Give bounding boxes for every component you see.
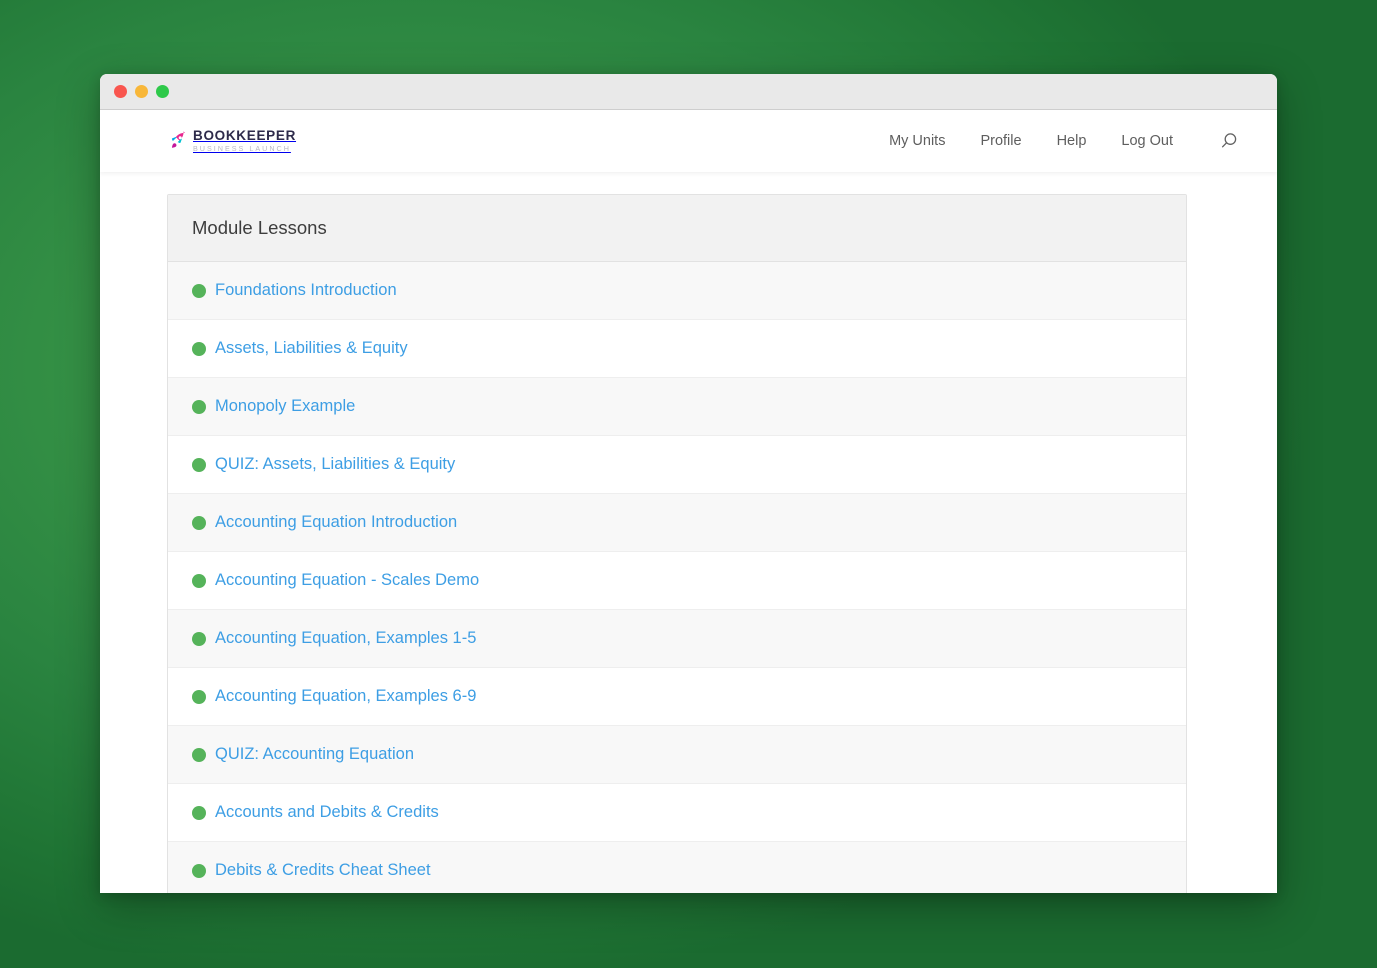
lesson-link[interactable]: Assets, Liabilities & Equity — [215, 339, 408, 358]
window-maximize-button[interactable] — [156, 85, 169, 98]
logo-main-text: BOOKKEEPER — [193, 128, 297, 144]
page-body: Module Lessons Foundations Introduction … — [100, 172, 1277, 893]
site-logo[interactable]: BOOKKEEPER BUSINESS LAUNCH — [168, 128, 297, 154]
nav-item-my-units[interactable]: My Units — [889, 133, 945, 149]
status-dot-icon — [192, 283, 206, 298]
window-minimize-button[interactable] — [135, 85, 148, 98]
nav-item-help[interactable]: Help — [1057, 133, 1087, 149]
list-item[interactable]: Accounting Equation, Examples 1-5 — [168, 610, 1186, 668]
nav-item-profile[interactable]: Profile — [980, 133, 1021, 149]
lesson-link[interactable]: Debits & Credits Cheat Sheet — [215, 861, 431, 880]
lesson-link[interactable]: QUIZ: Assets, Liabilities & Equity — [215, 455, 455, 474]
lesson-link[interactable]: Foundations Introduction — [215, 281, 397, 300]
nav-item-log-out[interactable]: Log Out — [1121, 133, 1173, 149]
status-dot-icon — [192, 631, 206, 646]
lesson-link[interactable]: Accounting Equation - Scales Demo — [215, 571, 479, 590]
window-titlebar — [100, 74, 1277, 110]
list-item[interactable]: Accounting Equation Introduction — [168, 494, 1186, 552]
lesson-link[interactable]: Accounts and Debits & Credits — [215, 803, 439, 822]
status-dot-icon — [192, 747, 206, 762]
search-button[interactable] — [1219, 131, 1239, 151]
status-dot-icon — [192, 689, 206, 704]
list-item[interactable]: Accounting Equation - Scales Demo — [168, 552, 1186, 610]
logo-sub-text: BUSINESS LAUNCH — [193, 144, 291, 154]
list-item[interactable]: Accounting Equation, Examples 6-9 — [168, 668, 1186, 726]
lesson-link[interactable]: Accounting Equation, Examples 6-9 — [215, 687, 476, 706]
browser-window: BOOKKEEPER BUSINESS LAUNCH My Units Prof… — [100, 74, 1277, 893]
search-icon — [1221, 133, 1237, 148]
page-title: Module Lessons — [192, 217, 327, 238]
panel-header: Module Lessons — [168, 195, 1186, 262]
list-item[interactable]: Foundations Introduction — [168, 262, 1186, 320]
main-navigation: My Units Profile Help Log Out — [889, 131, 1239, 151]
list-item[interactable]: QUIZ: Assets, Liabilities & Equity — [168, 436, 1186, 494]
status-dot-icon — [192, 457, 206, 472]
rocket-icon — [171, 131, 186, 149]
list-item[interactable]: Debits & Credits Cheat Sheet — [168, 842, 1186, 893]
lesson-list: Foundations Introduction Assets, Liabili… — [168, 262, 1186, 893]
lesson-link[interactable]: QUIZ: Accounting Equation — [215, 745, 414, 764]
lesson-link[interactable]: Accounting Equation Introduction — [215, 513, 457, 532]
list-item[interactable]: Monopoly Example — [168, 378, 1186, 436]
status-dot-icon — [192, 573, 206, 588]
site-header: BOOKKEEPER BUSINESS LAUNCH My Units Prof… — [100, 110, 1277, 172]
module-lessons-panel: Module Lessons Foundations Introduction … — [167, 194, 1187, 893]
status-dot-icon — [192, 341, 206, 356]
lesson-link[interactable]: Monopoly Example — [215, 397, 355, 416]
status-dot-icon — [192, 863, 206, 878]
lesson-link[interactable]: Accounting Equation, Examples 1-5 — [215, 629, 476, 648]
status-dot-icon — [192, 805, 206, 820]
status-dot-icon — [192, 515, 206, 530]
window-close-button[interactable] — [114, 85, 127, 98]
list-item[interactable]: Accounts and Debits & Credits — [168, 784, 1186, 842]
list-item[interactable]: QUIZ: Accounting Equation — [168, 726, 1186, 784]
list-item[interactable]: Assets, Liabilities & Equity — [168, 320, 1186, 378]
status-dot-icon — [192, 399, 206, 414]
